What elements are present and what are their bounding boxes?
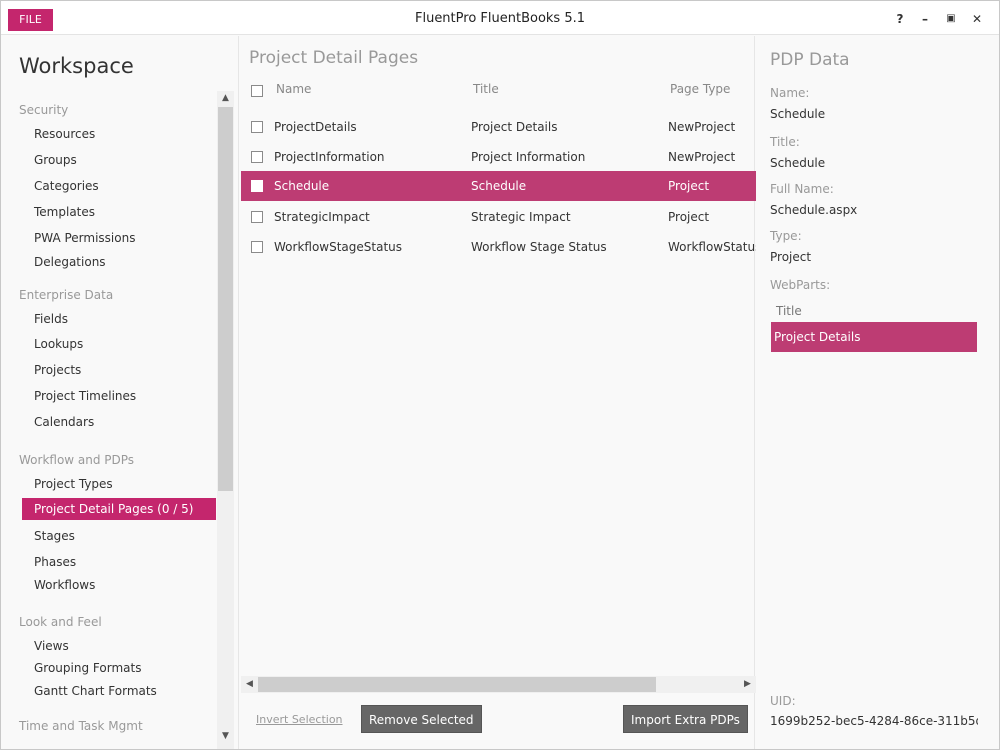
import-extra-pdps-button[interactable]: Import Extra PDPs [623,705,748,733]
app-title: FluentPro FluentBooks 5.1 [414,11,585,26]
title-label: Title: [770,135,800,149]
type-value: Project [770,250,812,264]
cell-name: StrategicImpact [274,210,370,224]
cell-page-type: Project [668,210,710,224]
table-row[interactable]: ProjectDetails Project Details NewProjec… [241,112,756,142]
sidebar-item-groups[interactable]: Groups [22,149,216,171]
cell-title: Strategic Impact [471,210,571,224]
sidebar-item-stages[interactable]: Stages [22,525,216,547]
pdp-data-panel: PDP Data Name: Schedule Title: Schedule … [757,36,999,749]
sidebar-item-calendars[interactable]: Calendars [22,411,216,433]
nav-group-look-and-feel: Look and Feel [19,615,102,629]
cell-name: ProjectInformation [274,150,385,164]
webpart-row-selected[interactable]: Project Details [771,322,977,352]
sidebar-scroll-thumb[interactable] [218,107,233,491]
sidebar: Workspace Security Resources Groups Cate… [1,36,234,749]
nav-list: Security Resources Groups Categories Tem… [1,96,217,749]
help-icon[interactable]: ? [892,11,908,27]
cell-title: Workflow Stage Status [471,240,607,254]
full-name-label: Full Name: [770,182,834,196]
webparts-column-header-title[interactable]: Title [771,300,977,322]
table-row[interactable]: ProjectInformation Project Information N… [241,142,756,172]
app-window: FILE FluentPro FluentBooks 5.1 ? – ▣ ✕ W… [0,0,1000,750]
sidebar-item-lookups[interactable]: Lookups [22,333,216,355]
sidebar-item-resources[interactable]: Resources [22,123,216,145]
cell-name: ProjectDetails [274,120,357,134]
sidebar-item-projects[interactable]: Projects [22,359,216,381]
sidebar-item-pwa-permissions[interactable]: PWA Permissions [22,227,216,249]
cell-title: Project Details [471,120,558,134]
pdp-list-panel: Project Detail Pages Name Title Page Typ… [238,36,756,749]
column-header-title[interactable]: Title [473,82,499,96]
scroll-up-icon[interactable]: ▲ [217,91,234,105]
sidebar-item-fields[interactable]: Fields [22,308,216,330]
sidebar-item-gantt-chart-formats[interactable]: Gantt Chart Formats [22,680,216,702]
nav-group-enterprise-data: Enterprise Data [19,288,114,302]
cell-page-type: NewProject [668,120,736,134]
scroll-right-icon[interactable]: ▶ [739,676,756,693]
cell-title: Project Information [471,150,586,164]
table-row-selected[interactable]: Schedule Schedule Project [241,171,756,201]
nav-group-time-and-task: Time and Task Mgmt [19,719,143,733]
row-checkbox[interactable] [251,241,263,253]
restore-icon[interactable]: ▣ [943,11,959,27]
nav-group-security: Security [19,103,69,117]
sidebar-item-project-timelines[interactable]: Project Timelines [22,385,216,407]
sidebar-item-project-types[interactable]: Project Types [22,473,216,495]
panel-title: Project Detail Pages [249,48,419,68]
row-checkbox[interactable] [251,180,263,192]
full-name-value: Schedule.aspx [770,203,858,217]
uid-label: UID: [770,694,796,708]
sidebar-item-grouping-formats[interactable]: Grouping Formats [22,657,216,679]
cell-page-type: Project [668,179,710,193]
sidebar-item-delegations[interactable]: Delegations [22,251,216,273]
invert-selection-link[interactable]: Invert Selection [256,713,343,726]
type-label: Type: [770,229,802,243]
grid-scroll-thumb[interactable] [258,677,656,692]
name-label: Name: [770,86,810,100]
scroll-left-icon[interactable]: ◀ [241,676,258,693]
sidebar-item-views[interactable]: Views [22,635,216,657]
cell-page-type: NewProject [668,150,736,164]
sidebar-item-phases[interactable]: Phases [22,551,216,573]
cell-title: Schedule [471,179,527,193]
remove-selected-button[interactable]: Remove Selected [361,705,482,733]
close-icon[interactable]: ✕ [969,11,985,27]
column-header-page-type[interactable]: Page Type [670,82,730,96]
column-header-name[interactable]: Name [276,82,311,96]
title-value: Schedule [770,156,826,170]
cell-name: Schedule [274,179,330,193]
cell-name: WorkflowStageStatus [274,240,403,254]
sidebar-item-project-detail-pages[interactable]: Project Detail Pages (0 / 5) [22,498,216,520]
sidebar-scrollbar[interactable]: ▲ ▼ [217,91,234,749]
nav-group-workflow: Workflow and PDPs [19,453,135,467]
name-value: Schedule [770,107,826,121]
minimize-icon[interactable]: – [917,11,933,27]
select-all-checkbox[interactable] [251,85,263,97]
sidebar-item-categories[interactable]: Categories [22,175,216,197]
scroll-down-icon[interactable]: ▼ [217,729,234,743]
pdp-data-title: PDP Data [770,50,850,70]
sidebar-item-templates[interactable]: Templates [22,201,216,223]
uid-value: 1699b252-bec5-4284-86ce-311b5d2 [770,714,978,728]
table-row[interactable]: StrategicImpact Strategic Impact Project [241,202,756,232]
grid-header: Name Title Page Type [239,82,756,104]
cell-page-type: WorkflowStatus [668,240,756,254]
grid-horizontal-scrollbar[interactable]: ◀ ▶ [241,676,756,693]
webparts-label: WebParts: [770,278,831,292]
row-checkbox[interactable] [251,121,263,133]
title-bar: FILE FluentPro FluentBooks 5.1 ? – ▣ ✕ [1,1,999,35]
sidebar-item-workflows[interactable]: Workflows [22,574,216,596]
workspace-title: Workspace [19,54,134,78]
table-row[interactable]: WorkflowStageStatus Workflow Stage Statu… [241,232,756,262]
row-checkbox[interactable] [251,211,263,223]
row-checkbox[interactable] [251,151,263,163]
